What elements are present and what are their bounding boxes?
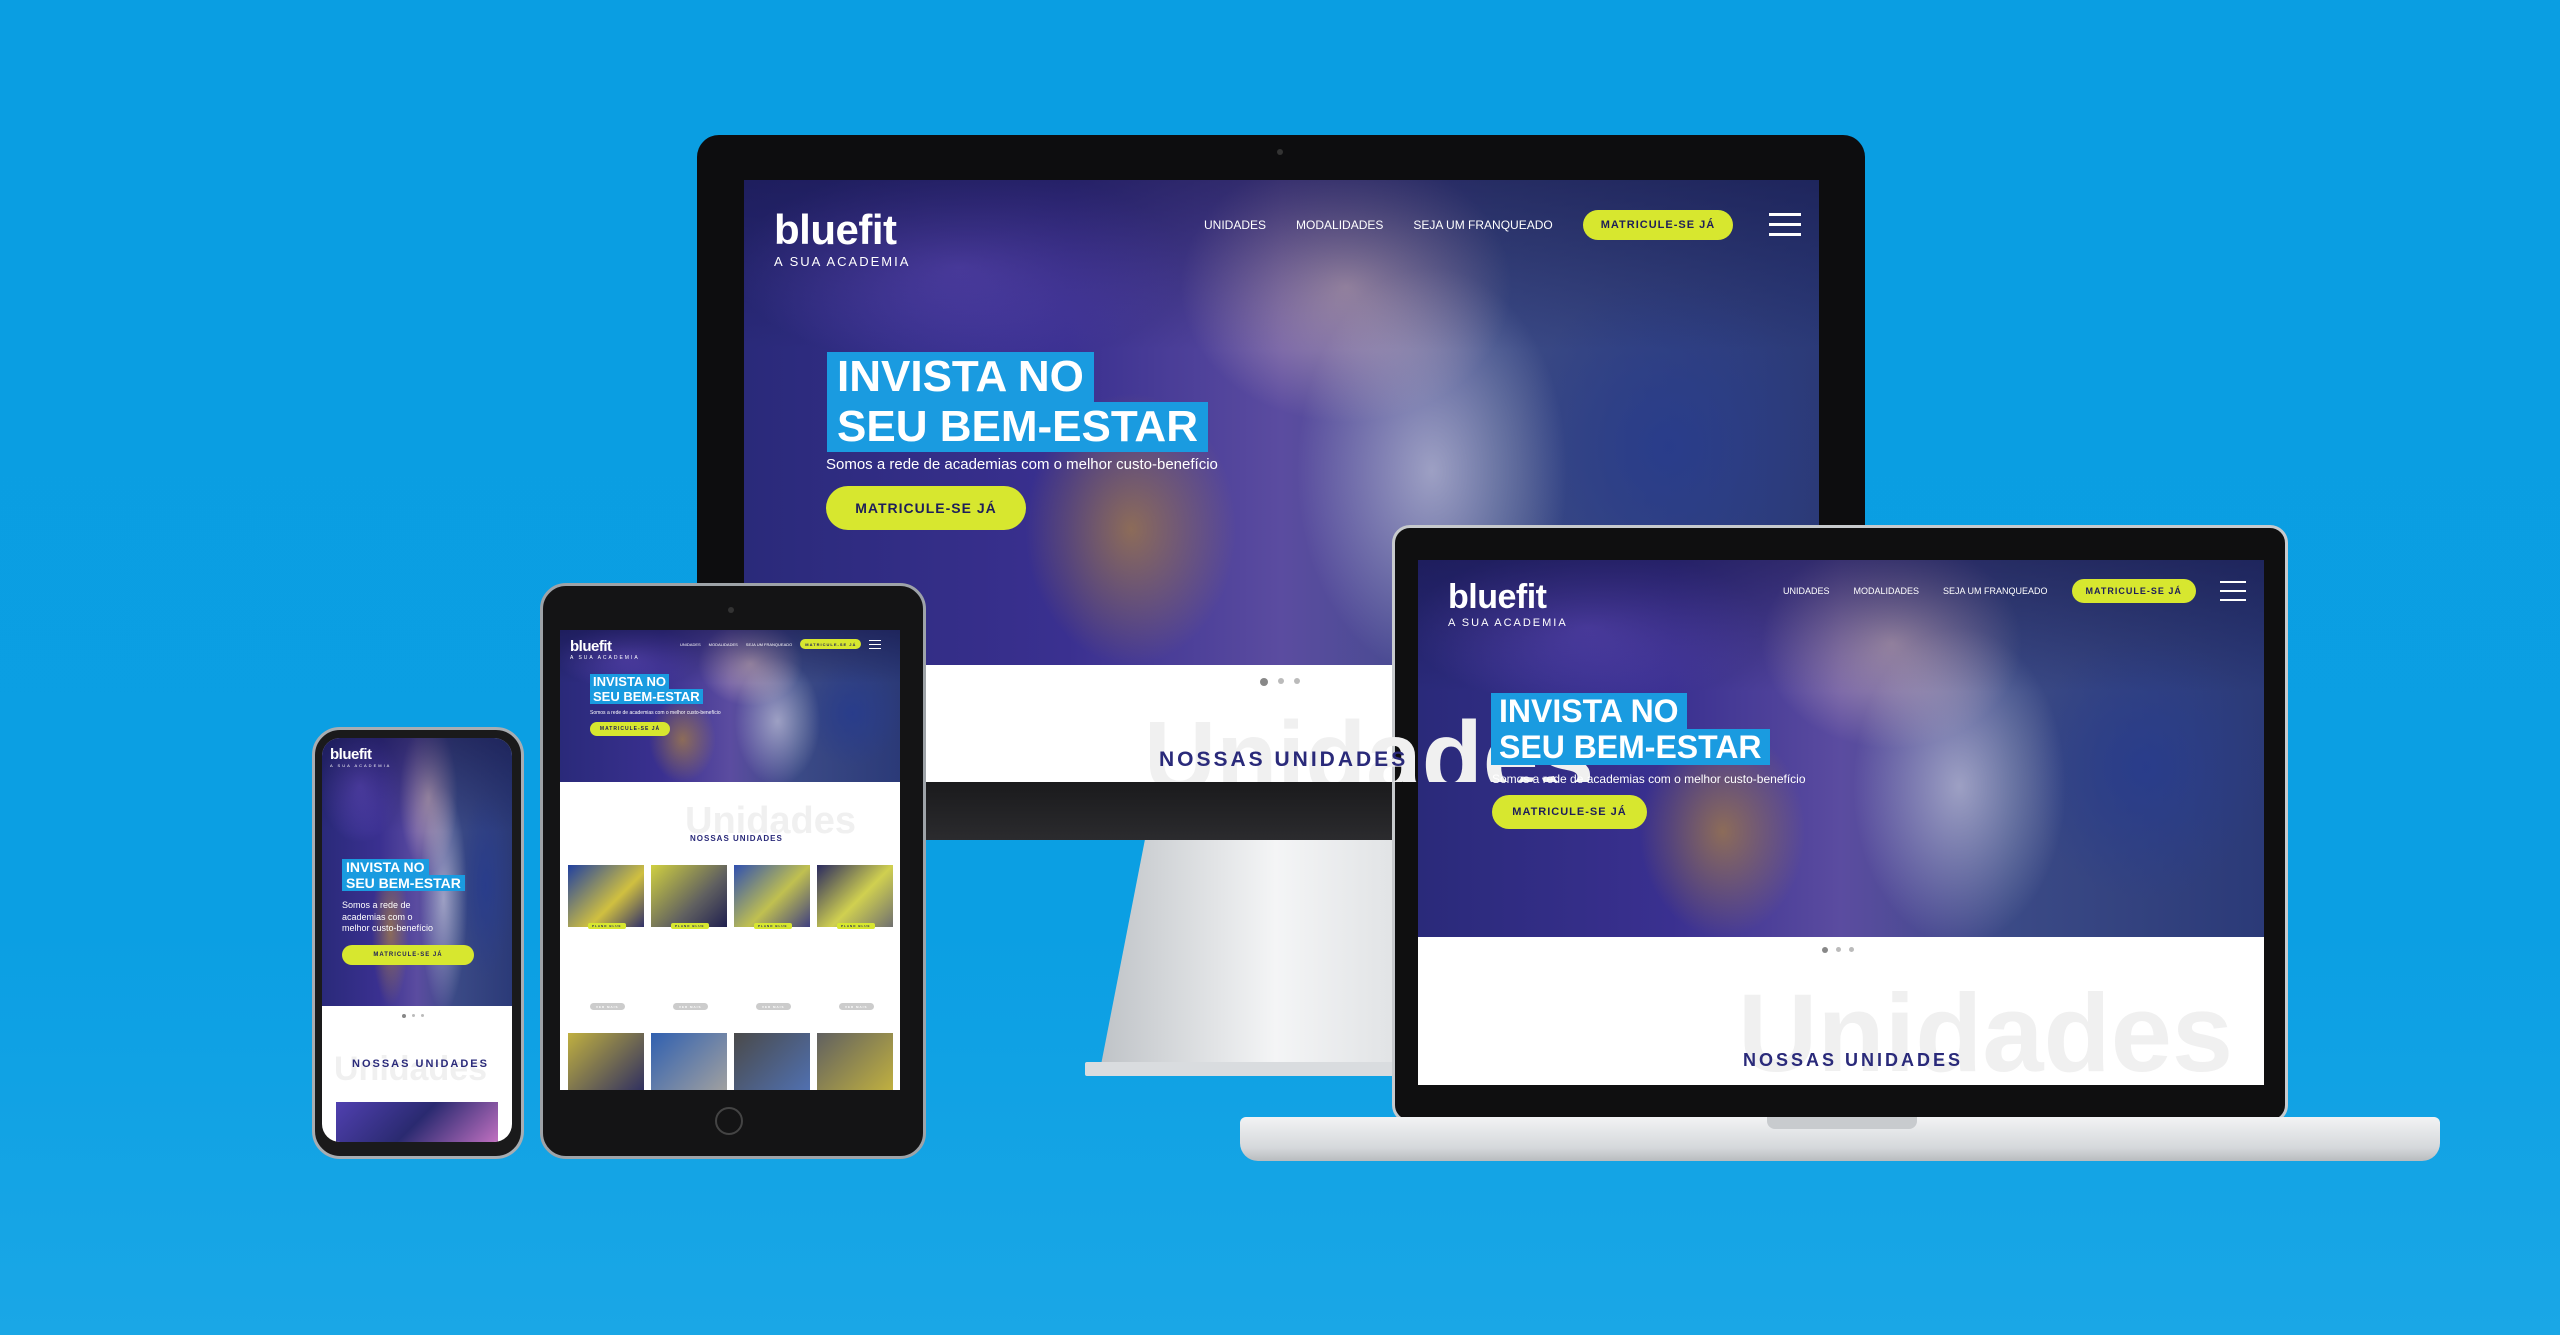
nav-franqueado[interactable]: SEJA UM FRANQUEADO	[746, 642, 792, 647]
phone-screen: bluefit A SUA ACADEMIA INVISTA NO SEU BE…	[322, 738, 512, 1142]
carousel-dots[interactable]	[1822, 947, 1854, 953]
menu-icon[interactable]	[869, 639, 882, 649]
unit-photo	[568, 1033, 644, 1090]
unit-more-button[interactable]: VER MAIS	[756, 1003, 791, 1010]
brand-tagline: A SUA ACADEMIA	[774, 254, 911, 269]
hero-line-2: SEU BEM-ESTAR	[590, 689, 703, 704]
main-nav: UNIDADES MODALIDADES SEJA UM FRANQUEADO …	[1204, 208, 1802, 242]
hero-line-1: INVISTA NO	[827, 352, 1094, 402]
hero-cta-button[interactable]: MATRICULE-SE JÁ	[590, 722, 670, 736]
unit-badge: PLANO BLUE	[588, 923, 626, 929]
hero-line-1: INVISTA NO	[1491, 693, 1687, 729]
hero-line-2: SEU BEM-ESTAR	[827, 402, 1208, 452]
hero-line-2: SEU BEM-ESTAR	[342, 875, 465, 891]
hero-cta-button[interactable]: MATRICULE-SE JÁ	[1492, 795, 1647, 829]
brand-name: bluefit	[774, 206, 897, 253]
brand-logo[interactable]: bluefit A SUA ACADEMIA	[330, 746, 391, 768]
brand-name: bluefit	[570, 638, 612, 655]
unit-photo	[817, 1033, 893, 1090]
unit-badge: PLANO BLUE	[671, 923, 709, 929]
unit-badge: PLANO BLUE	[837, 923, 875, 929]
unit-photo	[651, 1033, 727, 1090]
hero-cta-button[interactable]: MATRICULE-SE JÁ	[342, 945, 474, 965]
main-nav: UNIDADES MODALIDADES SEJA UM FRANQUEADO …	[680, 638, 882, 650]
tablet-camera	[728, 607, 734, 613]
main-nav: UNIDADES MODALIDADES SEJA UM FRANQUEADO …	[1783, 578, 2246, 604]
hero-headline: INVISTA NO SEU BEM-ESTAR	[342, 859, 465, 891]
brand-name: bluefit	[1448, 578, 1547, 616]
menu-icon[interactable]	[2219, 581, 2246, 601]
unit-badge: PLANO BLUE	[754, 923, 792, 929]
units-title: NOSSAS UNIDADES	[690, 834, 783, 843]
hero-headline: INVISTA NO SEU BEM-ESTAR	[590, 674, 703, 704]
hero-cta-button[interactable]: MATRICULE-SE JÁ	[826, 486, 1026, 530]
unit-card[interactable]: PLANO BLUE VER MAIS	[568, 865, 644, 1025]
brand-tagline: A SUA ACADEMIA	[570, 655, 640, 661]
nav-unidades[interactable]: UNIDADES	[1204, 218, 1266, 232]
nav-modalidades[interactable]: MODALIDADES	[1296, 218, 1383, 232]
nav-unidades[interactable]: UNIDADES	[1783, 586, 1830, 596]
nav-cta-button[interactable]: MATRICULE-SE JÁ	[2071, 579, 2196, 603]
hero-line-1: INVISTA NO	[342, 859, 429, 875]
unit-card[interactable]: PLANO BLUE VER MAIS	[734, 865, 810, 1025]
brand-tagline: A SUA ACADEMIA	[330, 763, 392, 768]
menu-icon[interactable]	[1769, 213, 1802, 237]
hero-subtitle: Somos a rede de academias com o melhor c…	[342, 900, 434, 934]
unit-card[interactable]: PLANO BLUE VER MAIS	[817, 865, 893, 1025]
camera-dot	[1277, 149, 1283, 155]
units-title: NOSSAS UNIDADES	[1743, 1050, 1964, 1070]
brand-logo[interactable]: bluefit A SUA ACADEMIA	[570, 638, 640, 661]
units-grid: PLANO BLUE VER MAIS PLANO BLUE VER MAIS …	[568, 865, 893, 1090]
hero-headline: INVISTA NO SEU BEM-ESTAR	[827, 352, 1208, 452]
units-title: NOSSAS UNIDADES	[1159, 748, 1409, 771]
hero-headline: INVISTA NO SEU BEM-ESTAR	[1491, 693, 1770, 765]
hero-subtitle: Somos a rede de academias com o melhor c…	[1492, 772, 1806, 786]
unit-photo	[336, 1102, 498, 1142]
tablet-home-button[interactable]	[715, 1107, 743, 1135]
brand-logo[interactable]: bluefit A SUA ACADEMIA	[1448, 578, 1568, 629]
unit-more-button[interactable]: VER MAIS	[673, 1003, 708, 1010]
nav-unidades[interactable]: UNIDADES	[680, 642, 701, 647]
unit-card[interactable]: PLANO BLUE VER MAIS	[651, 865, 727, 1025]
laptop-notch	[1767, 1117, 1917, 1129]
brand-tagline: A SUA ACADEMIA	[1448, 617, 1568, 629]
nav-cta-button[interactable]: MATRICULE-SE JÁ	[800, 639, 862, 649]
hero-subtitle: Somos a rede de academias com o melhor c…	[826, 456, 1218, 473]
nav-franqueado[interactable]: SEJA UM FRANQUEADO	[1413, 218, 1552, 232]
hero-line-1: INVISTA NO	[590, 674, 669, 689]
brand-name: bluefit	[330, 746, 372, 763]
tablet-screen: bluefit A SUA ACADEMIA UNIDADES MODALIDA…	[560, 630, 900, 1090]
hero-subtitle: Somos a rede de academias com o melhor c…	[590, 710, 721, 716]
unit-more-button[interactable]: VER MAIS	[590, 1003, 625, 1010]
carousel-dots[interactable]	[1260, 678, 1300, 686]
nav-franqueado[interactable]: SEJA UM FRANQUEADO	[1943, 586, 2048, 596]
nav-modalidades[interactable]: MODALIDADES	[1854, 586, 1920, 596]
unit-more-button[interactable]: VER MAIS	[839, 1003, 874, 1010]
units-title: NOSSAS UNIDADES	[352, 1058, 489, 1070]
unit-photo	[734, 1033, 810, 1090]
hero-line-2: SEU BEM-ESTAR	[1491, 729, 1770, 765]
carousel-dots[interactable]	[402, 1014, 424, 1018]
nav-modalidades[interactable]: MODALIDADES	[709, 642, 738, 647]
nav-cta-button[interactable]: MATRICULE-SE JÁ	[1582, 210, 1734, 240]
laptop-screen: bluefit A SUA ACADEMIA UNIDADES MODALIDA…	[1418, 560, 2264, 1085]
brand-logo[interactable]: bluefit A SUA ACADEMIA	[774, 206, 910, 269]
